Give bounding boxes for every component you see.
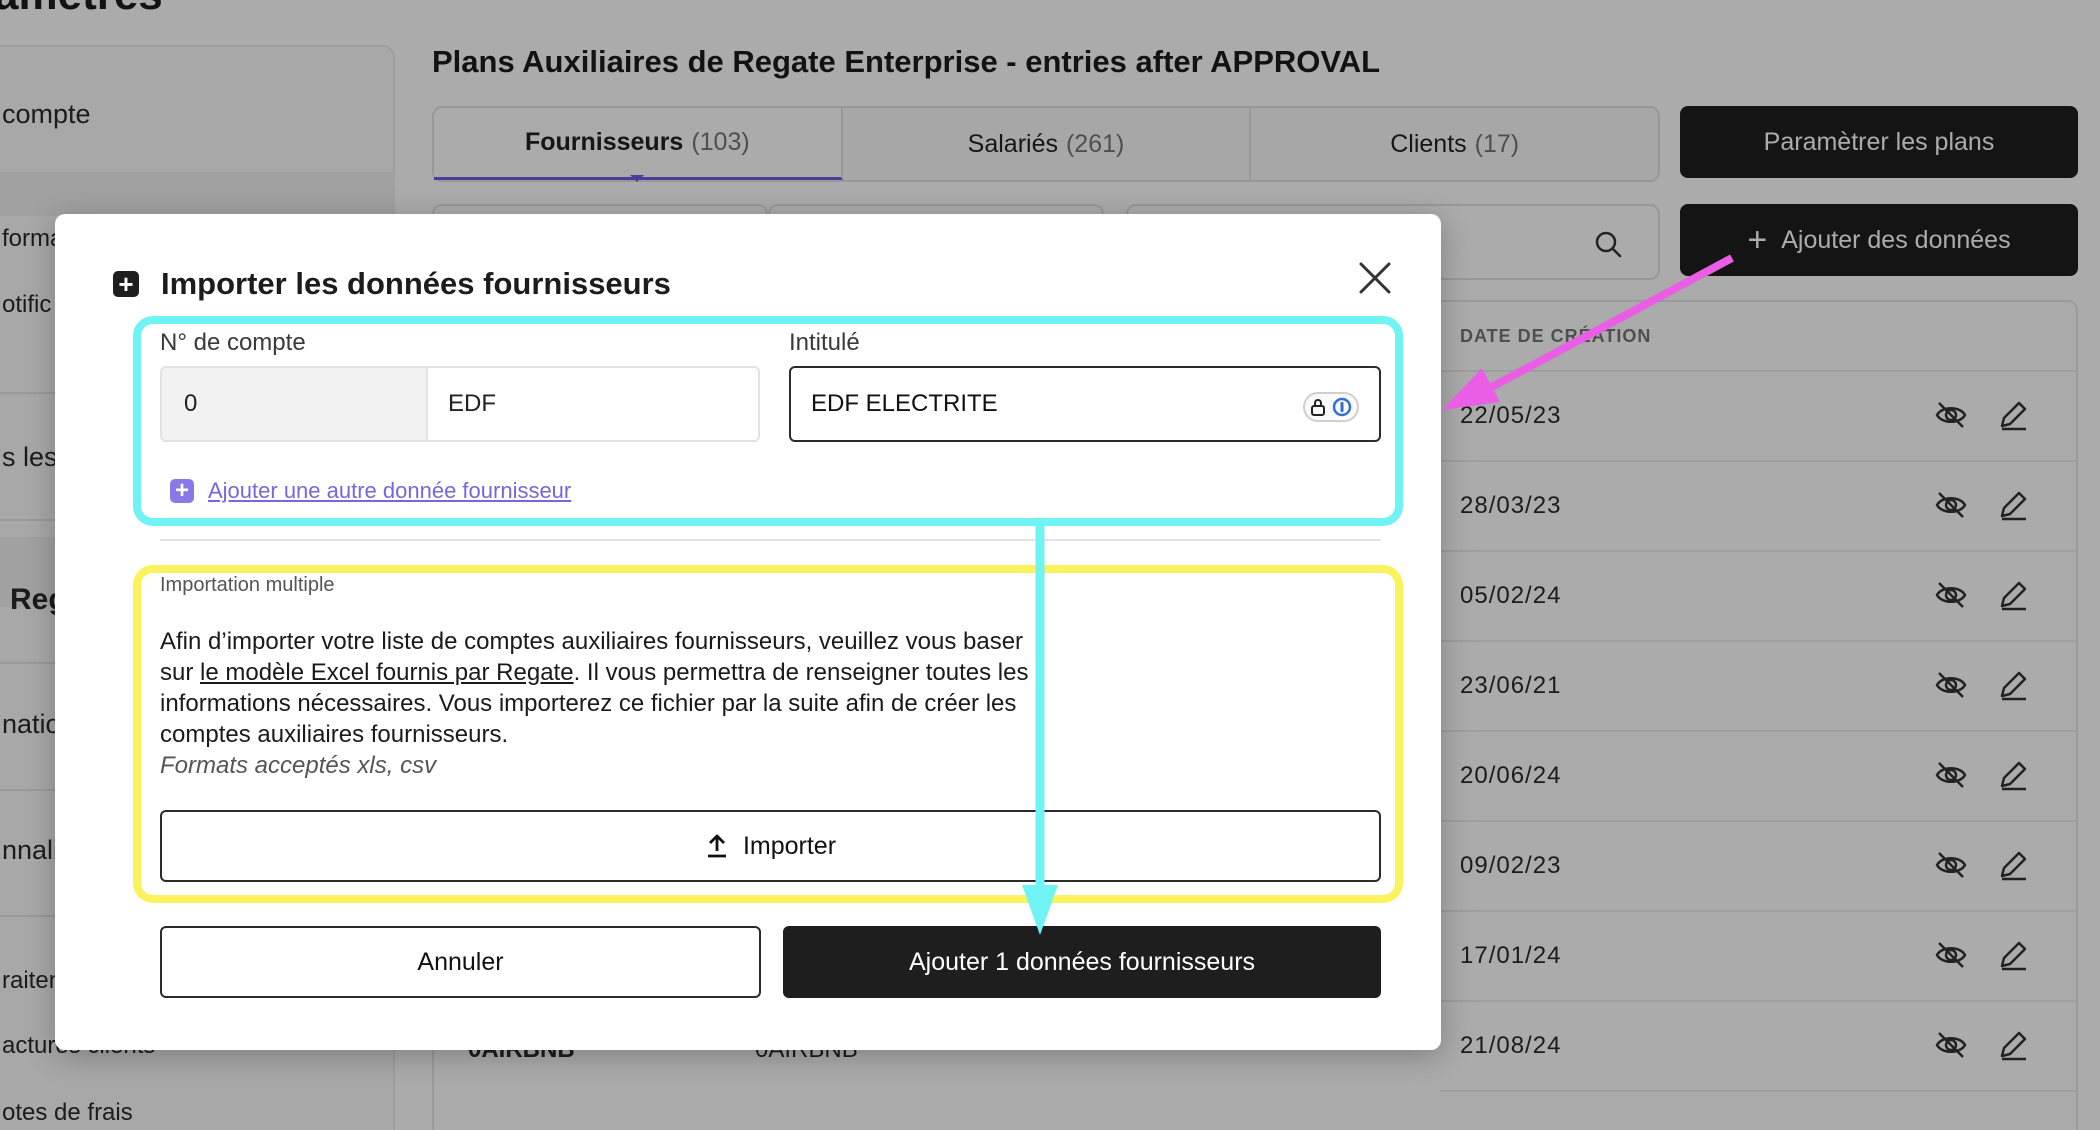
annotation-arrows	[1022, 254, 1734, 935]
magenta-arrowhead	[1442, 368, 1500, 410]
magenta-arrow	[1488, 254, 1734, 392]
cyan-arrowhead	[1022, 885, 1058, 935]
